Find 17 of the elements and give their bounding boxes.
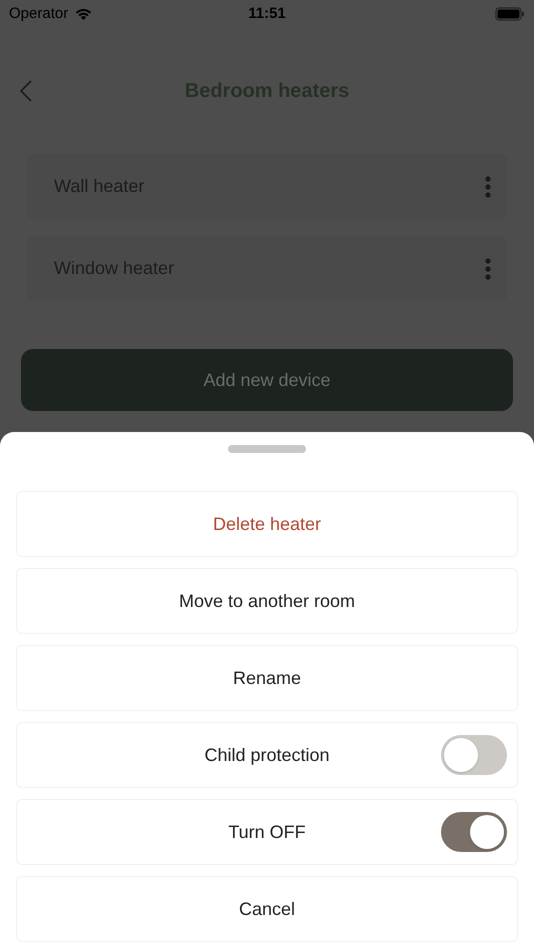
carrier-name: Operator (9, 4, 68, 24)
clock-time: 11:51 (248, 4, 286, 24)
delete-button[interactable]: Delete heater (16, 491, 518, 557)
toggle-switch[interactable] (441, 812, 507, 852)
toggle-switch[interactable] (441, 735, 507, 775)
action-button[interactable]: Move to another room (16, 568, 518, 634)
toggle-label: Turn OFF (228, 820, 306, 844)
more-icon[interactable] (485, 258, 491, 280)
action-button[interactable]: Rename (16, 645, 518, 711)
more-icon[interactable] (485, 176, 491, 198)
drag-handle[interactable] (228, 445, 306, 453)
add-device-button[interactable]: Add new device (21, 349, 513, 411)
battery-icon (495, 7, 525, 21)
wifi-icon (74, 7, 94, 21)
action-button[interactable]: Cancel (16, 876, 518, 942)
back-icon[interactable] (19, 80, 33, 102)
toggle-label: Child protection (204, 744, 330, 767)
